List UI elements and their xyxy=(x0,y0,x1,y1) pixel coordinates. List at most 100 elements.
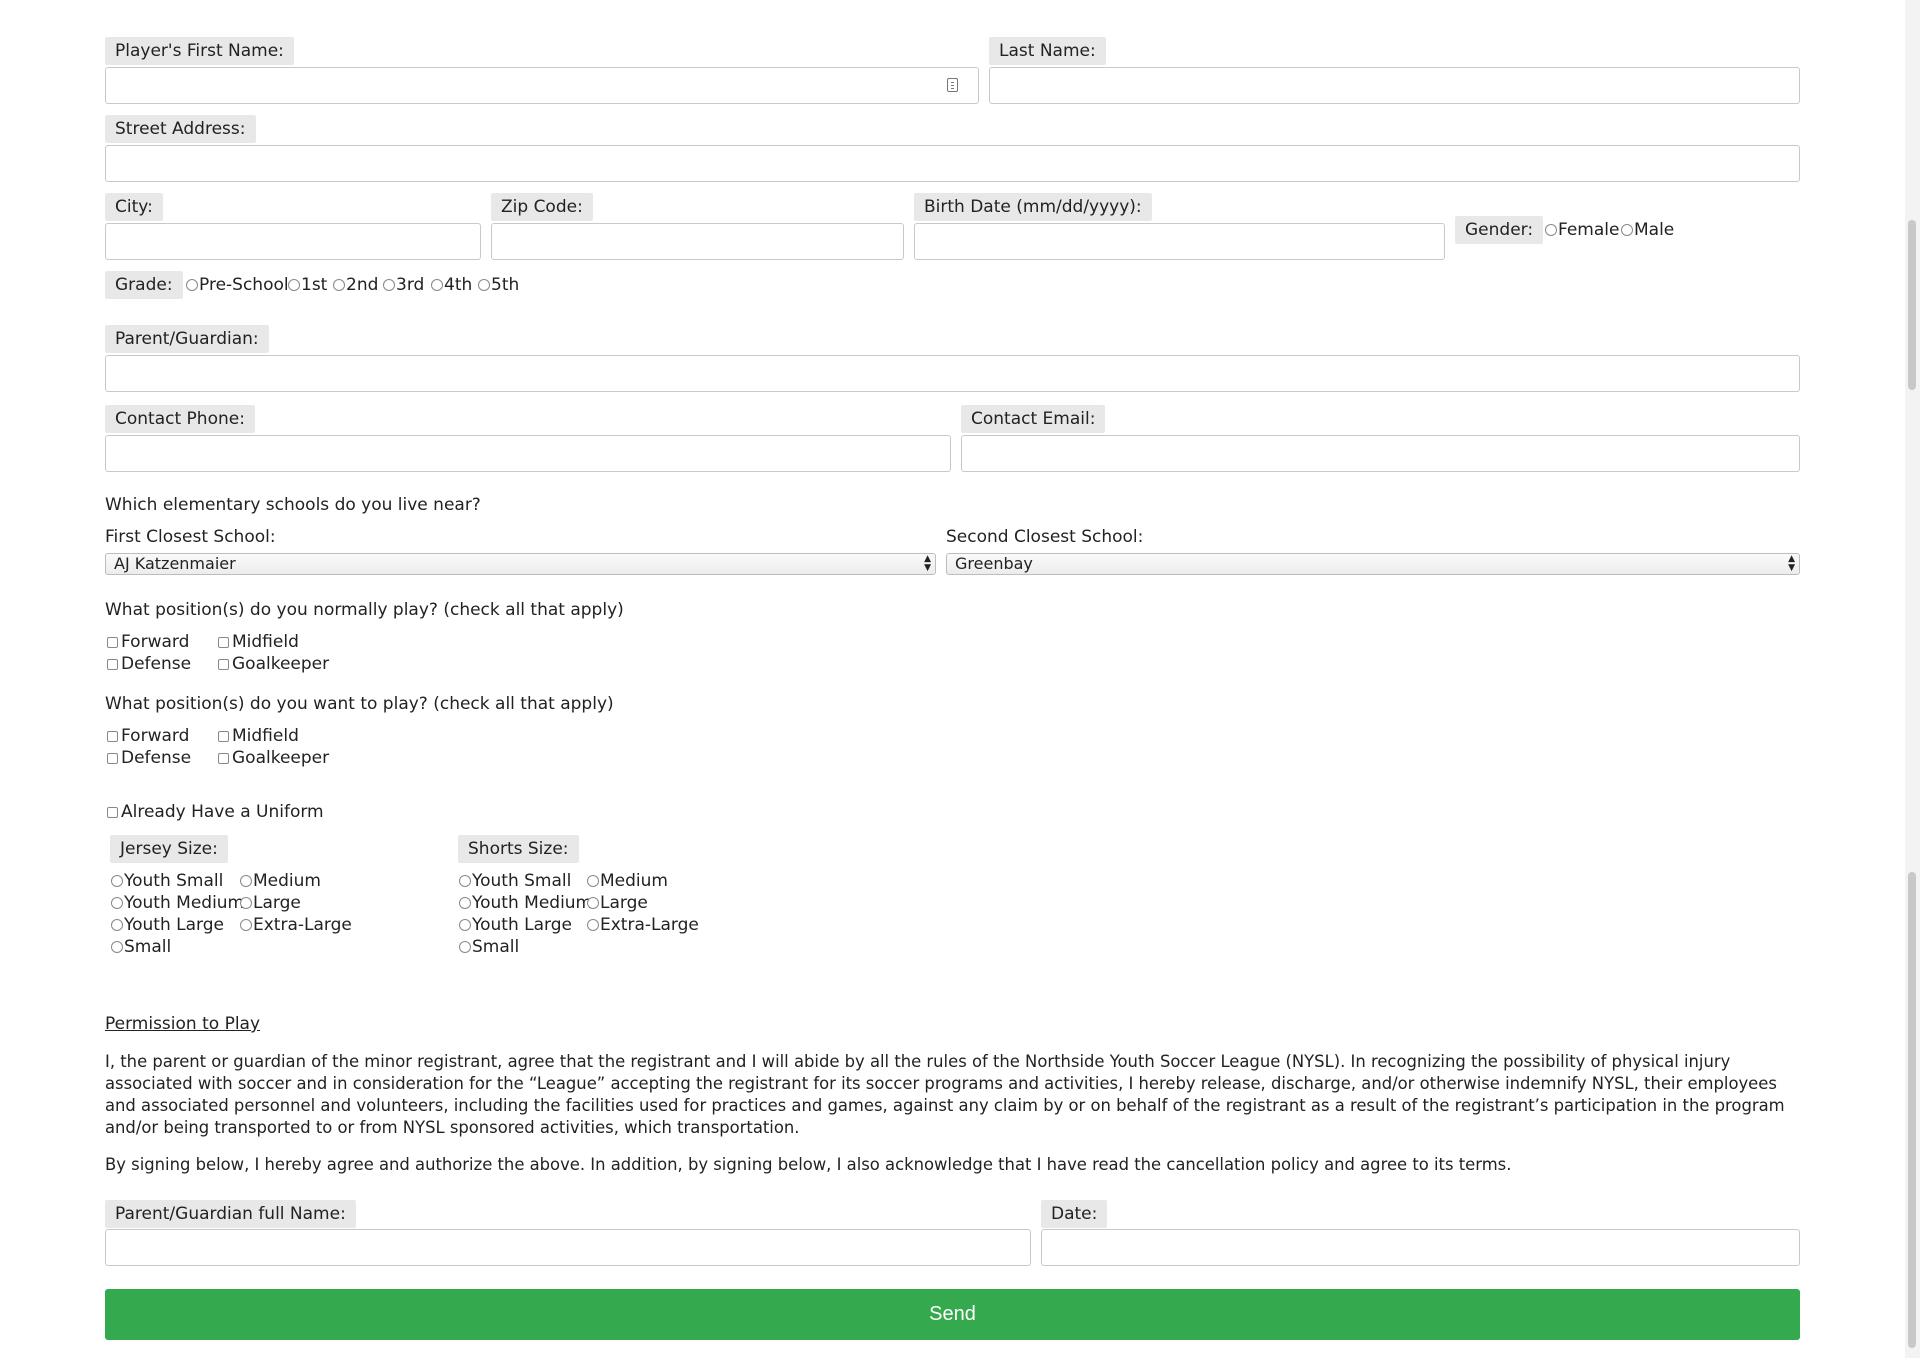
checkbox-icon[interactable] xyxy=(218,658,229,670)
radio-icon[interactable] xyxy=(240,919,252,931)
want-position-forward[interactable]: Forward xyxy=(107,725,189,747)
guardian-input[interactable] xyxy=(105,355,1800,392)
jersey-size-large[interactable]: Large xyxy=(240,892,301,914)
want-position-goalkeeper[interactable]: Goalkeeper xyxy=(218,747,329,769)
select-arrows-icon: ▲ ▼ xyxy=(924,554,931,573)
normal-positions-question: What position(s) do you normally play? (… xyxy=(105,600,624,620)
second-school-label: Second Closest School: xyxy=(946,527,1144,547)
radio-icon[interactable] xyxy=(587,875,599,887)
gender-option-female[interactable]: Female xyxy=(1545,219,1619,241)
normal-position-goalkeeper[interactable]: Goalkeeper xyxy=(218,653,329,675)
first-school-select[interactable]: AJ Katzenmaier ▲ ▼ xyxy=(105,553,936,575)
jersey-size-medium[interactable]: Medium xyxy=(240,870,321,892)
radio-icon[interactable] xyxy=(459,897,471,909)
city-label: City: xyxy=(105,193,163,221)
grade-option-2nd[interactable]: 2nd xyxy=(333,274,378,296)
send-button[interactable]: Send xyxy=(105,1289,1800,1340)
radio-icon[interactable] xyxy=(587,919,599,931)
zip-code-input[interactable] xyxy=(491,223,904,260)
scrollbar-thumb-upper[interactable] xyxy=(1908,220,1916,390)
checkbox-icon[interactable] xyxy=(107,658,118,670)
normal-position-defense[interactable]: Defense xyxy=(107,653,191,675)
contact-email-input[interactable] xyxy=(961,435,1800,472)
grade-option-preschool[interactable]: Pre-School xyxy=(186,274,289,296)
radio-icon[interactable] xyxy=(478,279,490,291)
radio-icon[interactable] xyxy=(1621,224,1633,236)
shorts-size-youth-large[interactable]: Youth Large xyxy=(459,914,572,936)
shorts-size-small[interactable]: Small xyxy=(459,936,519,958)
permission-body: I, the parent or guardian of the minor r… xyxy=(105,1052,1785,1137)
shorts-size-extra-large[interactable]: Extra-Large xyxy=(587,914,699,936)
radio-icon[interactable] xyxy=(111,941,123,953)
radio-icon[interactable] xyxy=(111,875,123,887)
radio-icon[interactable] xyxy=(1545,224,1557,236)
want-position-midfield[interactable]: Midfield xyxy=(218,725,299,747)
want-position-defense[interactable]: Defense xyxy=(107,747,191,769)
already-have-uniform[interactable]: Already Have a Uniform xyxy=(107,801,324,823)
agreement-text: By signing below, I hereby agree and aut… xyxy=(105,1155,1512,1174)
radio-icon[interactable] xyxy=(111,919,123,931)
shorts-size-medium[interactable]: Medium xyxy=(587,870,668,892)
zip-code-label: Zip Code: xyxy=(491,193,593,221)
jersey-size-extra-large[interactable]: Extra-Large xyxy=(240,914,352,936)
checkbox-icon[interactable] xyxy=(107,752,118,764)
checkbox-icon[interactable] xyxy=(218,636,229,648)
contact-phone-label: Contact Phone: xyxy=(105,405,255,433)
radio-icon[interactable] xyxy=(459,941,471,953)
jersey-size-small[interactable]: Small xyxy=(111,936,171,958)
date-input[interactable] xyxy=(1041,1229,1800,1266)
jersey-size-youth-small[interactable]: Youth Small xyxy=(111,870,223,892)
schools-question: Which elementary schools do you live nea… xyxy=(105,495,481,515)
scrollbar-thumb[interactable] xyxy=(1908,872,1916,1348)
shorts-size-label: Shorts Size: xyxy=(458,835,579,863)
jersey-size-youth-large[interactable]: Youth Large xyxy=(111,914,224,936)
second-school-select[interactable]: Greenbay ▲ ▼ xyxy=(946,553,1800,575)
radio-icon[interactable] xyxy=(459,875,471,887)
guardian-full-name-label: Parent/Guardian full Name: xyxy=(105,1200,356,1228)
radio-icon[interactable] xyxy=(240,897,252,909)
checkbox-icon[interactable] xyxy=(218,730,229,742)
grade-option-5th[interactable]: 5th xyxy=(478,274,519,296)
grade-label: Grade: xyxy=(105,271,183,299)
gender-option-male[interactable]: Male xyxy=(1621,219,1674,241)
radio-icon[interactable] xyxy=(587,897,599,909)
radio-icon[interactable] xyxy=(240,875,252,887)
radio-icon[interactable] xyxy=(459,919,471,931)
shorts-size-youth-small[interactable]: Youth Small xyxy=(459,870,571,892)
shorts-size-large[interactable]: Large xyxy=(587,892,648,914)
normal-position-forward[interactable]: Forward xyxy=(107,631,189,653)
jersey-size-youth-medium[interactable]: Youth Medium xyxy=(111,892,244,914)
radio-icon[interactable] xyxy=(383,279,395,291)
autofill-contact-icon[interactable] xyxy=(947,78,958,92)
radio-icon[interactable] xyxy=(288,279,300,291)
shorts-size-youth-medium[interactable]: Youth Medium xyxy=(459,892,592,914)
first-name-input[interactable] xyxy=(105,67,979,104)
normal-position-midfield[interactable]: Midfield xyxy=(218,631,299,653)
radio-icon[interactable] xyxy=(333,279,345,291)
grade-option-1st[interactable]: 1st xyxy=(288,274,327,296)
last-name-input[interactable] xyxy=(989,67,1800,104)
street-address-input[interactable] xyxy=(105,145,1800,182)
radio-icon[interactable] xyxy=(431,279,443,291)
contact-phone-input[interactable] xyxy=(105,435,951,472)
checkbox-icon[interactable] xyxy=(107,636,118,648)
city-input[interactable] xyxy=(105,223,481,260)
grade-option-3rd[interactable]: 3rd xyxy=(383,274,424,296)
checkbox-icon[interactable] xyxy=(107,806,118,818)
grade-option-4th[interactable]: 4th xyxy=(431,274,472,296)
street-address-label: Street Address: xyxy=(105,115,256,143)
guardian-full-name-input[interactable] xyxy=(105,1229,1031,1266)
want-positions-question: What position(s) do you want to play? (c… xyxy=(105,694,614,714)
checkbox-icon[interactable] xyxy=(218,752,229,764)
radio-icon[interactable] xyxy=(111,897,123,909)
jersey-size-label: Jersey Size: xyxy=(110,835,228,863)
radio-icon[interactable] xyxy=(186,279,198,291)
select-arrows-icon: ▲ ▼ xyxy=(1788,554,1795,573)
contact-email-label: Contact Email: xyxy=(961,405,1106,433)
checkbox-icon[interactable] xyxy=(107,730,118,742)
date-label: Date: xyxy=(1041,1200,1108,1228)
first-school-label: First Closest School: xyxy=(105,527,276,547)
guardian-label: Parent/Guardian: xyxy=(105,325,269,353)
gender-label: Gender: xyxy=(1455,216,1544,244)
birth-date-input[interactable] xyxy=(914,223,1445,260)
